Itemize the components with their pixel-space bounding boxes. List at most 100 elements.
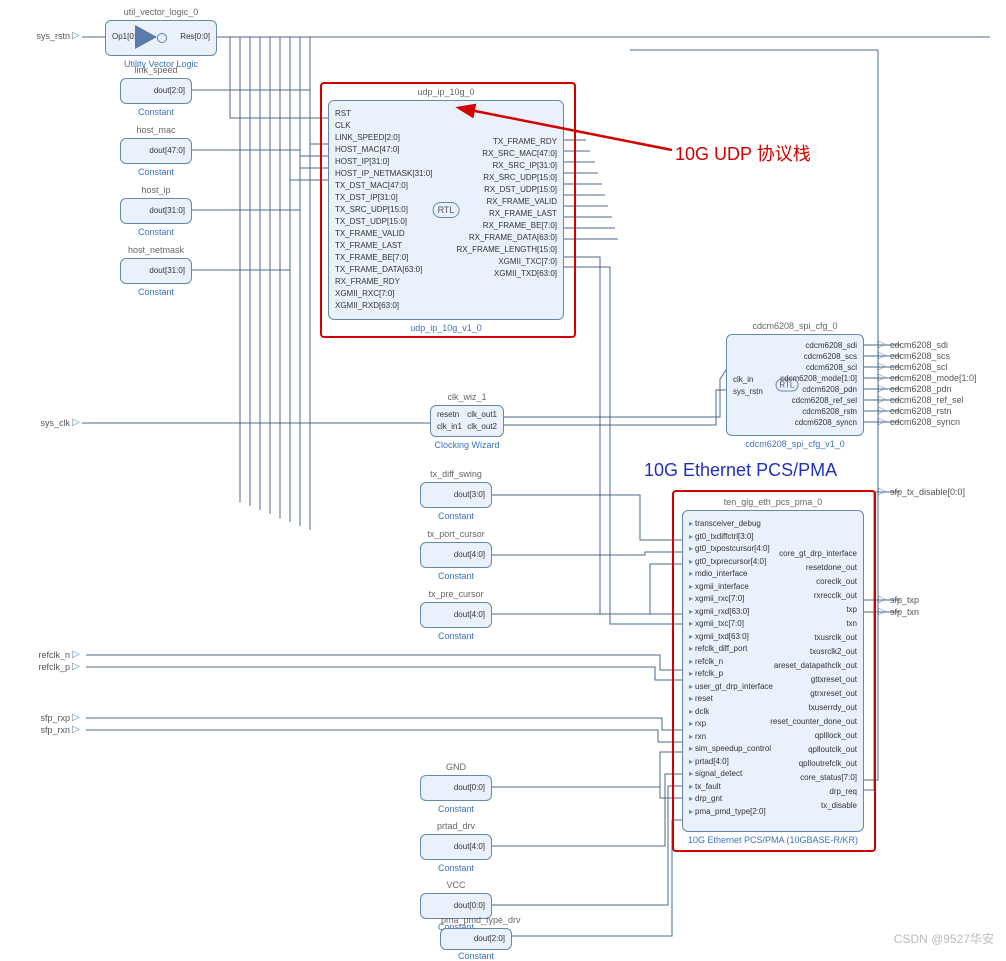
port-sys-rstn: sys_rstn (10, 31, 70, 41)
block-clk-wiz[interactable]: clk_wiz_1 resetn clk_in1 clk_out1 clk_ou… (430, 405, 504, 437)
port-dout: dout[31:0] (149, 206, 185, 215)
block-prtad-drv[interactable]: prtad_drv dout[4:0] Constant (420, 834, 492, 860)
block-title: tx_port_cursor (421, 529, 491, 539)
port-cdcm-syncn: cdcm6208_syncn (890, 417, 1000, 427)
annotation-udp: 10G UDP 协议栈 (675, 140, 811, 166)
port-refclk-n: refclk_n (10, 650, 70, 660)
block-title: host_netmask (121, 245, 191, 255)
cdcm-port-r-5: cdcm6208_ref_sel (792, 396, 857, 405)
port-sfp-rxp: sfp_rxp (10, 713, 70, 723)
port-dout: dout[0:0] (454, 901, 485, 910)
pin-icon: ▷ (878, 350, 886, 361)
pin-icon: ▷ (72, 417, 80, 428)
annotation-pcs: 10G Ethernet PCS/PMA (644, 460, 837, 481)
port-sfp-tx-disable: sfp_tx_disable[0:0] (890, 487, 1000, 497)
block-title: host_ip (121, 185, 191, 195)
redbox-udp (320, 82, 576, 338)
pin-icon: ▷ (72, 649, 80, 660)
inverter-icon (135, 25, 157, 49)
block-title: GND (421, 762, 491, 772)
block-footer: Constant (121, 287, 191, 297)
block-gnd[interactable]: GND dout[0:0] Constant (420, 775, 492, 801)
port-clkout2: clk_out2 (467, 422, 497, 431)
block-tx-pre-cursor[interactable]: tx_pre_cursor dout[4:0] Constant (420, 602, 492, 628)
port-cdcm-pdn: cdcm6208_pdn (890, 384, 1000, 394)
block-title: link_speed (121, 65, 191, 75)
port-dout: dout[0:0] (454, 783, 485, 792)
cdcm-port-r-6: cdcm6208_rstn (802, 407, 857, 416)
pin-icon: ▷ (878, 416, 886, 427)
port-cdcm-rstn: cdcm6208_rstn (890, 406, 1000, 416)
port-dout: dout[4:0] (454, 550, 485, 559)
port-clkin: clk_in (733, 375, 753, 384)
block-footer: cdcm6208_spi_cfg_v1_0 (727, 439, 863, 449)
pin-icon: ▷ (878, 594, 886, 605)
pin-icon: ▷ (878, 486, 886, 497)
port-dout: dout[47:0] (149, 146, 185, 155)
port-sys-clk: sys_clk (10, 418, 70, 428)
port-dout: dout[2:0] (154, 86, 185, 95)
cdcm-port-r-2: cdcm6208_scl (806, 363, 857, 372)
port-refclk-p: refclk_p (10, 662, 70, 672)
block-footer: Constant (421, 571, 491, 581)
port-cdcm-mode: cdcm6208_mode[1:0] (890, 373, 1000, 383)
block-host-ip[interactable]: host_ip dout[31:0] Constant (120, 198, 192, 224)
block-footer: Constant (121, 227, 191, 237)
pin-icon: ▷ (878, 405, 886, 416)
pin-icon: ▷ (878, 394, 886, 405)
block-host-mac[interactable]: host_mac dout[47:0] Constant (120, 138, 192, 164)
port-cdcm-scs: cdcm6208_scs (890, 351, 1000, 361)
pin-icon: ▷ (72, 712, 80, 723)
pin-icon: ▷ (878, 606, 886, 617)
cdcm-port-r-3: cdcm6208_mode[1:0] (780, 374, 857, 383)
pin-icon: ▷ (72, 30, 80, 41)
block-footer: Constant (441, 951, 511, 961)
block-title: host_mac (121, 125, 191, 135)
pin-icon: ▷ (72, 661, 80, 672)
port-res: Res[0:0] (180, 32, 210, 41)
cdcm-port-r-1: cdcm6208_scs (804, 352, 857, 361)
block-footer: Clocking Wizard (431, 440, 503, 450)
port-resetn: resetn (437, 410, 459, 419)
port-dout: dout[31:0] (149, 266, 185, 275)
port-cdcm-refsel: cdcm6208_ref_sel (890, 395, 1000, 405)
block-footer: Constant (121, 107, 191, 117)
block-footer: Constant (421, 863, 491, 873)
inverter-bubble-icon (157, 33, 167, 43)
block-title: util_vector_logic_0 (106, 7, 216, 17)
block-tx-port-cursor[interactable]: tx_port_cursor dout[4:0] Constant (420, 542, 492, 568)
block-link-speed[interactable]: link_speed dout[2:0] Constant (120, 78, 192, 104)
port-dout: dout[3:0] (454, 490, 485, 499)
port-cdcm-scl: cdcm6208_scl (890, 362, 1000, 372)
block-title: cdcm6208_spi_cfg_0 (727, 321, 863, 331)
block-footer: Constant (121, 167, 191, 177)
block-cdcm6208[interactable]: cdcm6208_spi_cfg_0 clk_in sys_rstn cdcm6… (726, 334, 864, 436)
cdcm-port-r-7: cdcm6208_syncn (795, 418, 857, 427)
block-tx-diff-swing[interactable]: tx_diff_swing dout[3:0] Constant (420, 482, 492, 508)
watermark: CSDN @9527华安 (894, 930, 994, 947)
block-host-netmask[interactable]: host_netmask dout[31:0] Constant (120, 258, 192, 284)
block-title: clk_wiz_1 (431, 392, 503, 402)
pin-icon: ▷ (878, 361, 886, 372)
block-footer: Constant (421, 631, 491, 641)
port-dout: dout[2:0] (474, 934, 505, 943)
pin-icon: ▷ (878, 383, 886, 394)
pin-icon: ▷ (878, 339, 886, 350)
block-title: pma_pmd_type_drv (441, 915, 511, 925)
block-title: tx_pre_cursor (421, 589, 491, 599)
block-footer: Constant (421, 804, 491, 814)
port-sfp-txp: sfp_txp (890, 595, 1000, 605)
port-dout: dout[4:0] (454, 610, 485, 619)
block-footer: Constant (421, 511, 491, 521)
block-pma-pmd-type-drv[interactable]: pma_pmd_type_drv dout[2:0] Constant (440, 928, 512, 950)
cdcm-port-r-0: cdcm6208_sdi (805, 341, 857, 350)
port-clkin1: clk_in1 (437, 422, 462, 431)
pin-icon: ▷ (878, 372, 886, 383)
port-sfp-txn: sfp_txn (890, 607, 1000, 617)
redbox-pcs (672, 490, 876, 852)
port-dout: dout[4:0] (454, 842, 485, 851)
block-title: VCC (421, 880, 491, 890)
port-cdcm-sdi: cdcm6208_sdi (890, 340, 1000, 350)
port-clkout1: clk_out1 (467, 410, 497, 419)
pin-icon: ▷ (72, 724, 80, 735)
